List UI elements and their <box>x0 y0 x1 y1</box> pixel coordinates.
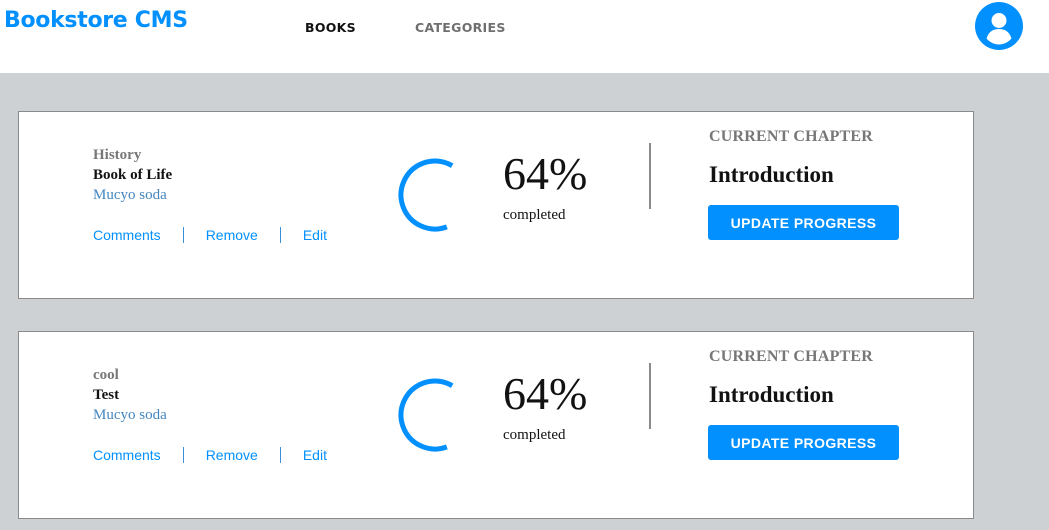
book-title: Test <box>93 387 120 403</box>
remove-button[interactable]: Remove <box>206 227 258 243</box>
vertical-divider <box>649 363 651 429</box>
remove-button[interactable]: Remove <box>206 447 258 463</box>
book-title: Book of Life <box>93 167 173 183</box>
action-divider <box>182 227 184 243</box>
book-card: cool Test Mucyo soda Comments Remove Edi… <box>18 331 974 519</box>
update-progress-button[interactable]: UPDATE PROGRESS <box>708 205 899 240</box>
progress-ring <box>398 378 472 452</box>
progress-ring-arc <box>398 158 472 232</box>
current-chapter-label: CURRENT CHAPTER <box>709 128 874 145</box>
progress-ring-arc <box>398 378 472 452</box>
book-category: History <box>93 147 142 163</box>
edit-button[interactable]: Edit <box>303 227 327 243</box>
action-divider <box>279 227 281 243</box>
current-chapter-name: Introduction <box>709 382 834 407</box>
update-progress-button[interactable]: UPDATE PROGRESS <box>708 425 899 460</box>
book-actions: Comments Remove Edit <box>93 227 327 243</box>
top-header: Bookstore CMS BOOKS CATEGORIES <box>0 0 1049 73</box>
progress-completed-label: completed <box>503 207 566 223</box>
book-actions: Comments Remove Edit <box>93 447 327 463</box>
action-divider <box>182 447 184 463</box>
comments-button[interactable]: Comments <box>93 227 161 243</box>
current-chapter-name: Introduction <box>709 162 834 187</box>
progress-percent: 64% <box>503 148 588 199</box>
progress-percent: 64% <box>503 368 588 419</box>
edit-button[interactable]: Edit <box>303 447 327 463</box>
vertical-divider <box>649 143 651 209</box>
book-author[interactable]: Mucyo soda <box>93 187 167 204</box>
book-author[interactable]: Mucyo soda <box>93 407 167 424</box>
current-chapter-label: CURRENT CHAPTER <box>709 348 874 365</box>
progress-ring <box>398 158 472 232</box>
progress-completed-label: completed <box>503 427 566 443</box>
user-avatar-icon[interactable] <box>975 2 1023 50</box>
book-category: cool <box>93 367 119 383</box>
comments-button[interactable]: Comments <box>93 447 161 463</box>
nav-books[interactable]: BOOKS <box>305 20 356 35</box>
brand-title[interactable]: Bookstore CMS <box>4 8 188 33</box>
action-divider <box>279 447 281 463</box>
nav-categories[interactable]: CATEGORIES <box>415 20 506 35</box>
book-card: History Book of Life Mucyo soda Comments… <box>18 111 974 299</box>
